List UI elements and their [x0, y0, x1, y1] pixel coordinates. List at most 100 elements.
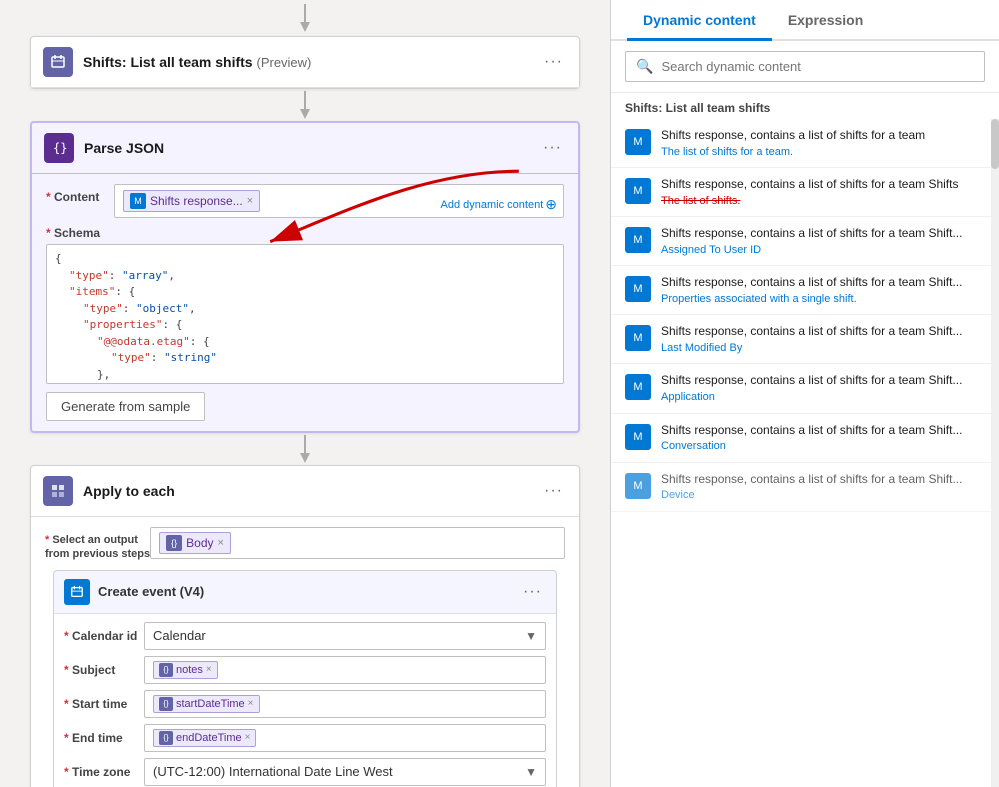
item-icon: M: [625, 276, 651, 302]
create-event-title: Create event (V4): [98, 584, 519, 599]
search-input-wrap: 🔍: [625, 51, 985, 82]
item-icon: M: [625, 424, 651, 450]
right-panel: Dynamic content Expression 🔍 Shifts: Lis…: [610, 0, 999, 787]
parse-json-header: {} Parse JSON ···: [32, 123, 578, 174]
end-close[interactable]: ×: [245, 732, 251, 743]
list-item[interactable]: M Shifts response, contains a list of sh…: [611, 119, 999, 168]
start-time-label: * Start time: [64, 697, 144, 711]
notes-icon: {}: [159, 663, 173, 677]
end-icon: {}: [159, 731, 173, 745]
apply-card-body: * Select an outputfrom previous steps {}…: [31, 517, 579, 787]
timezone-chevron: ▼: [525, 765, 537, 779]
schema-label: * Schema: [46, 226, 564, 240]
content-field-row: * Content M Shifts response... × Add dyn…: [46, 184, 564, 218]
tab-dynamic-content[interactable]: Dynamic content: [627, 0, 772, 41]
create-event-icon: [64, 579, 90, 605]
item-icon: M: [625, 227, 651, 253]
flow-panel: Shifts: List all team shifts (Preview) ·…: [0, 0, 610, 787]
main-container: Shifts: List all team shifts (Preview) ·…: [0, 0, 999, 787]
calendar-id-label: * Calendar id: [64, 629, 144, 643]
item-text: Shifts response, contains a list of shif…: [661, 127, 985, 159]
item-text: Shifts response, contains a list of shif…: [661, 372, 985, 404]
select-output-input[interactable]: {} Body ×: [150, 527, 565, 559]
connector-1: [30, 89, 580, 121]
generate-from-sample-button[interactable]: Generate from sample: [46, 392, 205, 421]
create-event-card: Create event (V4) ··· * Calendar id Cale…: [53, 570, 557, 787]
item-text: Shifts response, contains a list of shif…: [661, 274, 985, 306]
connector-2: [30, 433, 580, 465]
svg-text:{}: {}: [53, 141, 67, 155]
create-event-header: Create event (V4) ···: [54, 571, 556, 614]
calendar-id-select[interactable]: Calendar ▼: [144, 622, 546, 650]
apply-card-menu[interactable]: ···: [540, 482, 567, 500]
create-event-menu[interactable]: ···: [519, 583, 546, 601]
top-connector: [30, 0, 580, 36]
add-dynamic-content-link[interactable]: Add dynamic content ⊕: [441, 196, 557, 213]
panel-section-label: Shifts: List all team shifts: [611, 93, 999, 119]
timezone-label: * Time zone: [64, 765, 144, 779]
list-item[interactable]: M Shifts response, contains a list of sh…: [611, 364, 999, 413]
chip-close[interactable]: ×: [247, 195, 253, 207]
schema-textarea[interactable]: { "type": "array", "items": { "type": "o…: [46, 244, 564, 384]
shifts-card: Shifts: List all team shifts (Preview) ·…: [30, 36, 580, 89]
parse-json-menu[interactable]: ···: [539, 139, 566, 157]
apply-to-each-card: Apply to each ··· * Select an outputfrom…: [30, 465, 580, 787]
notes-token[interactable]: {} notes ×: [153, 661, 218, 679]
scrollbar-track: [991, 119, 999, 787]
shifts-card-title: Shifts: List all team shifts (Preview): [83, 54, 540, 70]
calendar-id-row: * Calendar id Calendar ▼: [64, 622, 546, 650]
parse-json-title: Parse JSON: [84, 140, 539, 156]
start-time-input[interactable]: {} startDateTime ×: [144, 690, 546, 718]
timezone-row: * Time zone (UTC-12:00) International Da…: [64, 758, 546, 786]
tab-expression[interactable]: Expression: [772, 0, 879, 41]
item-icon: M: [625, 473, 651, 499]
scrollbar-thumb[interactable]: [991, 119, 999, 169]
subject-label: * Subject: [64, 663, 144, 677]
start-icon: {}: [159, 697, 173, 711]
item-icon: M: [625, 374, 651, 400]
list-item[interactable]: M Shifts response, contains a list of sh…: [611, 168, 999, 217]
list-item[interactable]: M Shifts response, contains a list of sh…: [611, 414, 999, 463]
panel-items-list: M Shifts response, contains a list of sh…: [611, 119, 999, 787]
item-text: Shifts response, contains a list of shif…: [661, 176, 985, 208]
parse-json-body: * Content M Shifts response... × Add dyn…: [32, 174, 578, 431]
body-icon: {}: [166, 535, 182, 551]
search-bar: 🔍: [611, 41, 999, 93]
list-item[interactable]: M Shifts response, contains a list of sh…: [611, 217, 999, 266]
create-event-body: * Calendar id Calendar ▼ * Subject: [54, 614, 556, 787]
shifts-card-header: Shifts: List all team shifts (Preview) ·…: [31, 37, 579, 88]
start-datetime-token[interactable]: {} startDateTime ×: [153, 695, 260, 713]
calendar-chevron: ▼: [525, 629, 537, 643]
shifts-icon: [43, 47, 73, 77]
body-token[interactable]: {} Body ×: [159, 532, 231, 554]
search-icon: 🔍: [636, 58, 653, 75]
list-item[interactable]: M Shifts response, contains a list of sh…: [611, 315, 999, 364]
apply-card-header: Apply to each ···: [31, 466, 579, 517]
subject-input[interactable]: {} notes ×: [144, 656, 546, 684]
start-time-row: * Start time {} startDateTime ×: [64, 690, 546, 718]
end-time-label: * End time: [64, 731, 144, 745]
subject-row: * Subject {} notes ×: [64, 656, 546, 684]
timezone-select[interactable]: (UTC-12:00) International Date Line West…: [144, 758, 546, 786]
search-input[interactable]: [661, 59, 974, 74]
list-item[interactable]: M Shifts response, contains a list of sh…: [611, 266, 999, 315]
item-icon: M: [625, 178, 651, 204]
item-text: Shifts response, contains a list of shif…: [661, 225, 985, 257]
shifts-card-menu[interactable]: ···: [540, 53, 567, 71]
chip-icon: M: [130, 193, 146, 209]
parse-json-card: {} Parse JSON ··· * Content M Shifts res…: [30, 121, 580, 433]
end-time-row: * End time {} endDateTime ×: [64, 724, 546, 752]
list-item[interactable]: M Shifts response, contains a list of sh…: [611, 463, 999, 512]
select-output-label: * Select an outputfrom previous steps: [45, 527, 150, 562]
content-input[interactable]: M Shifts response... × Add dynamic conte…: [114, 184, 564, 218]
apply-icon: [43, 476, 73, 506]
shifts-response-token[interactable]: M Shifts response... ×: [123, 190, 260, 212]
body-close[interactable]: ×: [218, 537, 224, 549]
item-text: Shifts response, contains a list of shif…: [661, 471, 985, 503]
parse-json-icon: {}: [44, 133, 74, 163]
end-time-input[interactable]: {} endDateTime ×: [144, 724, 546, 752]
notes-close[interactable]: ×: [206, 664, 212, 675]
start-close[interactable]: ×: [248, 698, 254, 709]
content-label: * Content: [46, 184, 114, 204]
end-datetime-token[interactable]: {} endDateTime ×: [153, 729, 256, 747]
